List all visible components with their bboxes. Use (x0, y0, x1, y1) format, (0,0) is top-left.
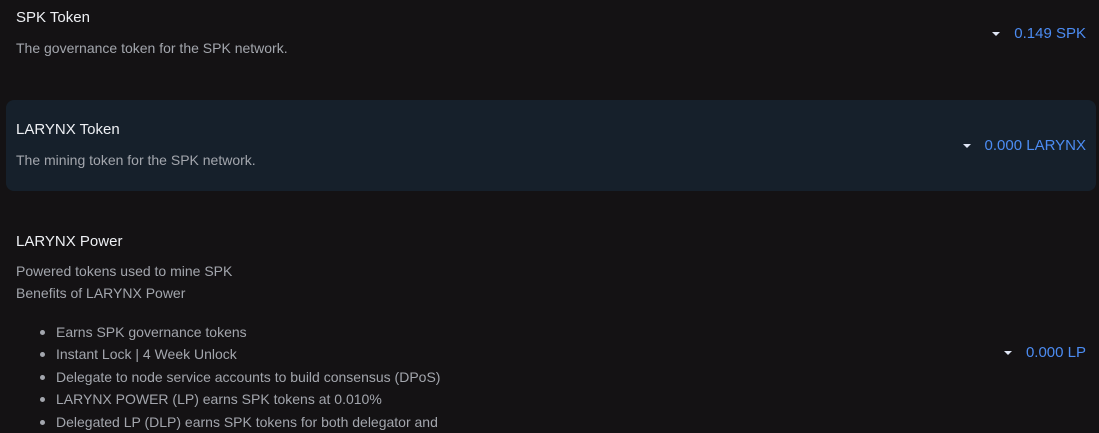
list-item: Earns SPK governance tokens (39, 321, 440, 343)
caret-down-icon (992, 31, 1001, 36)
caret-down-icon (962, 143, 971, 148)
larynx-balance-value: 0.000 LARYNX (984, 137, 1086, 154)
larynx-power-title: LARYNX Power (16, 233, 123, 250)
larynx-balance-dropdown[interactable]: 0.000 LARYNX (962, 137, 1086, 154)
larynx-power-benefits-list: Earns SPK governance tokens Instant Lock… (16, 321, 440, 433)
lp-balance-dropdown[interactable]: 0.000 LP (1003, 344, 1086, 361)
list-item: LARYNX POWER (LP) earns SPK tokens at 0.… (39, 388, 440, 410)
larynx-power-description: Powered tokens used to mine SPK (16, 263, 233, 279)
larynx-power-benefits-heading: Benefits of LARYNX Power (16, 285, 186, 301)
caret-down-icon (1003, 350, 1012, 355)
spk-token-title: SPK Token (16, 9, 90, 26)
spk-token-description: The governance token for the SPK network… (16, 40, 288, 56)
list-item: Delegate to node service accounts to bui… (39, 366, 440, 388)
spk-balance-dropdown[interactable]: 0.149 SPK (992, 25, 1086, 42)
spk-token-row: SPK Token The governance token for the S… (6, 0, 1096, 90)
lp-balance-value: 0.000 LP (1025, 344, 1086, 361)
spk-balance-value: 0.149 SPK (1014, 25, 1086, 42)
list-item: Instant Lock | 4 Week Unlock (39, 343, 440, 365)
list-item: Delegated LP (DLP) earns SPK tokens for … (39, 411, 440, 433)
larynx-token-row: LARYNX Token The mining token for the SP… (6, 100, 1096, 191)
larynx-token-title: LARYNX Token (16, 121, 120, 138)
larynx-token-description: The mining token for the SPK network. (16, 152, 256, 168)
